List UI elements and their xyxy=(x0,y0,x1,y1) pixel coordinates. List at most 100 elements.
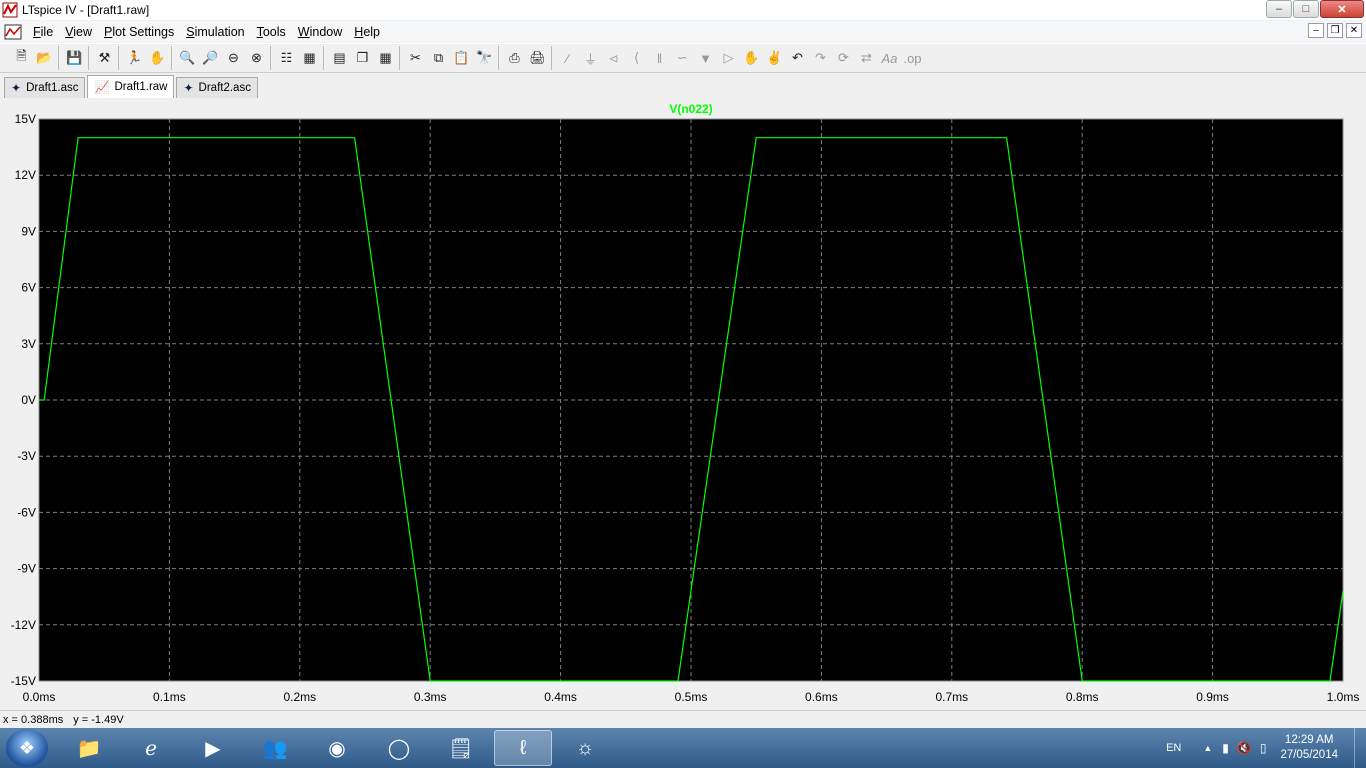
x-tick-label: 0.9ms xyxy=(1196,690,1229,704)
drag-icon[interactable]: ✌ xyxy=(763,47,786,69)
volume-muted-icon[interactable]: 🔇 xyxy=(1237,741,1252,755)
network-people-icon[interactable]: 👥 xyxy=(246,730,304,766)
pan-hand-icon[interactable]: ✋ xyxy=(146,47,169,69)
system-tray: EN ▲ ▮ 🔇 ▯ 12:29 AM 27/05/2014 xyxy=(1166,728,1366,768)
menu-file[interactable]: File xyxy=(28,25,60,39)
y-tick-label: 12V xyxy=(15,168,36,182)
child-close-button[interactable]: ✕ xyxy=(1346,23,1362,38)
show-hidden-icons-icon[interactable]: ▲ xyxy=(1203,743,1212,753)
waveform-icon: 📈 xyxy=(94,80,110,94)
cursor-x-readout: x = 0.388ms xyxy=(3,713,64,726)
maximize-button[interactable]: □ xyxy=(1293,0,1319,18)
new-schematic-icon[interactable]: 🗎 xyxy=(10,47,33,69)
child-minimize-button[interactable]: – xyxy=(1308,23,1324,38)
firefox-icon[interactable]: ☼ xyxy=(556,730,614,766)
run-icon[interactable]: 🏃 xyxy=(123,47,146,69)
menu-help[interactable]: Help xyxy=(349,25,387,39)
cut-icon[interactable]: ✂ xyxy=(404,47,427,69)
autorange-icon[interactable]: ☷ xyxy=(275,47,298,69)
menu-bar: File View Plot Settings Simulation Tools… xyxy=(0,21,1366,42)
y-tick-label: 9V xyxy=(21,224,36,238)
chrome-icon[interactable]: ◯ xyxy=(370,730,428,766)
x-tick-label: 0.8ms xyxy=(1066,690,1099,704)
tab-label: Draft2.asc xyxy=(198,82,251,94)
menu-tools[interactable]: Tools xyxy=(252,25,293,39)
minimize-button[interactable]: – xyxy=(1266,0,1292,18)
ground-icon[interactable]: ⏚ xyxy=(579,47,602,69)
print-icon[interactable]: 🖨 xyxy=(526,47,549,69)
spice-directive-icon[interactable]: .op xyxy=(901,47,924,69)
x-tick-label: 1.0ms xyxy=(1327,690,1360,704)
tab-label: Draft1.asc xyxy=(26,82,79,94)
save-icon[interactable]: 💾 xyxy=(63,47,86,69)
cursor-y-readout: y = -1.49V xyxy=(73,713,124,726)
zoom-area-icon[interactable]: 🔎 xyxy=(199,47,222,69)
wire-icon[interactable]: ∕ xyxy=(556,47,579,69)
cascade-icon[interactable]: ❐ xyxy=(351,47,374,69)
internet-explorer-icon[interactable]: ℯ xyxy=(122,730,180,766)
y-tick-label: 0V xyxy=(21,393,36,407)
clock[interactable]: 12:29 AM 27/05/2014 xyxy=(1280,733,1338,763)
component-icon[interactable]: ▷ xyxy=(717,47,740,69)
copy-icon[interactable]: ⧉ xyxy=(427,47,450,69)
zoom-out-icon[interactable]: ⊖ xyxy=(222,47,245,69)
text-icon[interactable]: Aa xyxy=(878,47,901,69)
show-desktop-button[interactable] xyxy=(1354,728,1366,768)
print-setup-icon[interactable]: ⎙ xyxy=(503,47,526,69)
waveform-plot[interactable]: 0.0ms 0.1ms 0.2ms 0.3ms 0.4ms 0.5ms 0.6ms 0.7ms… xyxy=(0,98,1366,710)
ltspice-icon[interactable]: ℓ xyxy=(494,730,552,766)
menu-window[interactable]: Window xyxy=(293,25,349,39)
label-icon[interactable]: ⏿ xyxy=(602,47,625,69)
schematic-icon: ✦ xyxy=(11,81,22,95)
open-icon[interactable]: 📂 xyxy=(33,47,56,69)
tile-horizontal-icon[interactable]: ▤ xyxy=(328,47,351,69)
y-tick-label: -9V xyxy=(17,562,36,576)
sticky-notes-icon[interactable]: 🗒 xyxy=(432,730,490,766)
zoom-in-icon[interactable]: 🔍 xyxy=(176,47,199,69)
paste-icon[interactable]: 📋 xyxy=(450,47,473,69)
x-tick-label: 0.7ms xyxy=(935,690,968,704)
hammer-icon[interactable]: ⚒ xyxy=(93,47,116,69)
waveform-icon[interactable] xyxy=(4,24,22,40)
tile-icon[interactable]: ▦ xyxy=(374,47,397,69)
window-title: LTspice IV - [Draft1.raw] xyxy=(22,3,150,17)
grid-icon[interactable]: ▦ xyxy=(298,47,321,69)
y-tick-label: -3V xyxy=(17,449,36,463)
start-orb-icon[interactable]: ❖ xyxy=(6,729,48,767)
tab-draft2-asc[interactable]: ✦ Draft2.asc xyxy=(176,77,258,98)
language-indicator[interactable]: EN xyxy=(1166,742,1181,754)
picasa-icon[interactable]: ◉ xyxy=(308,730,366,766)
x-tick-label: 0.6ms xyxy=(805,690,838,704)
menu-simulation[interactable]: Simulation xyxy=(181,25,251,39)
menu-plot-settings[interactable]: Plot Settings xyxy=(99,25,181,39)
capacitor-icon[interactable]: ‖ xyxy=(648,47,671,69)
title-bar: LTspice IV - [Draft1.raw] – □ ✕ xyxy=(0,0,1366,20)
redo-icon[interactable]: ↷ xyxy=(809,47,832,69)
find-icon[interactable]: 🔭 xyxy=(473,47,496,69)
resistor-icon[interactable]: ⟨ xyxy=(625,47,648,69)
menu-view[interactable]: View xyxy=(60,25,99,39)
child-restore-button[interactable]: ❐ xyxy=(1327,23,1343,38)
tab-draft1-asc[interactable]: ✦ Draft1.asc xyxy=(4,77,86,98)
clock-time: 12:29 AM xyxy=(1284,734,1334,746)
media-player-icon[interactable]: ▶ xyxy=(184,730,242,766)
move-icon[interactable]: ✋ xyxy=(740,47,763,69)
waveform-viewer[interactable]: 0.0ms 0.1ms 0.2ms 0.3ms 0.4ms 0.5ms 0.6ms 0.7ms… xyxy=(0,98,1366,710)
close-button[interactable]: ✕ xyxy=(1320,0,1364,18)
battery-icon[interactable]: ▯ xyxy=(1260,741,1267,755)
tab-label: Draft1.raw xyxy=(114,81,168,93)
x-tick-label: 0.0ms xyxy=(23,690,56,704)
document-tabs: ✦ Draft1.asc 📈 Draft1.raw ✦ Draft2.asc xyxy=(0,74,1366,98)
x-tick-label: 0.4ms xyxy=(544,690,577,704)
x-tick-label: 0.2ms xyxy=(283,690,316,704)
explorer-icon[interactable]: 📁 xyxy=(60,730,118,766)
diode-icon[interactable]: ▼ xyxy=(694,47,717,69)
mirror-icon[interactable]: ⇄ xyxy=(855,47,878,69)
y-tick-label: -15V xyxy=(11,674,36,688)
inductor-icon[interactable]: ∽ xyxy=(671,47,694,69)
undo-icon[interactable]: ↶ xyxy=(786,47,809,69)
rotate-icon[interactable]: ⟳ xyxy=(832,47,855,69)
tab-draft1-raw[interactable]: 📈 Draft1.raw xyxy=(87,75,175,98)
network-signal-icon[interactable]: ▮ xyxy=(1222,741,1229,755)
zoom-fit-icon[interactable]: ⊗ xyxy=(245,47,268,69)
